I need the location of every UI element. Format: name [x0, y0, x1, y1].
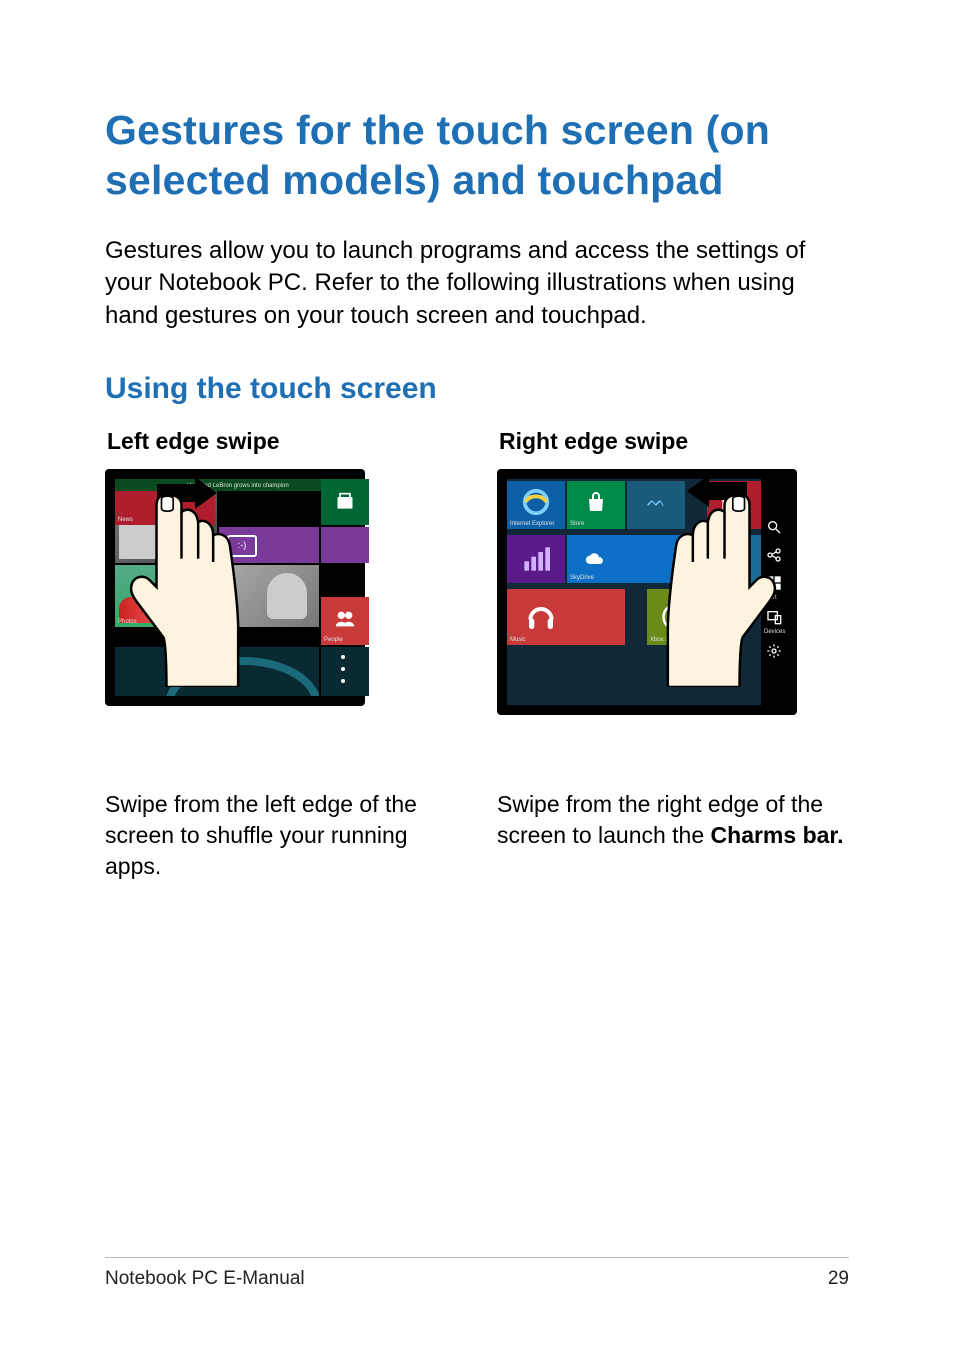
headphones-icon	[525, 601, 557, 633]
tile-chart	[507, 535, 565, 583]
store-icon	[335, 492, 355, 512]
tile-dots	[321, 647, 369, 696]
tile-people: People	[321, 597, 369, 645]
footer-page-number: 29	[828, 1268, 849, 1290]
right-swipe-figure: Internet Explorer Store ᨓ News	[497, 469, 797, 729]
tile-music-label: Music	[510, 637, 526, 643]
ie-icon	[521, 487, 551, 517]
tile-skydrive-label: SkyDrive	[570, 575, 594, 581]
right-column: Right edge swipe Internet Explorer Store	[497, 428, 849, 882]
hand-illustration	[99, 487, 269, 687]
page-title: Gestures for the touch screen (on select…	[105, 105, 849, 205]
chart-icon	[522, 545, 550, 573]
tile-music: Music	[507, 589, 625, 645]
intro-paragraph: Gestures allow you to launch programs an…	[105, 235, 849, 332]
cloud-icon	[581, 549, 609, 569]
left-column: Left edge swipe Humbled LeBron grows int…	[105, 428, 457, 882]
right-swipe-label: Right edge swipe	[499, 428, 849, 455]
tile-ie: Internet Explorer	[507, 481, 565, 529]
page-footer: Notebook PC E-Manual 29	[105, 1257, 849, 1290]
footer-doc-title: Notebook PC E-Manual	[105, 1268, 305, 1290]
gesture-columns: Left edge swipe Humbled LeBron grows int…	[105, 428, 849, 882]
tile-store-2: Store	[567, 481, 625, 529]
tile-store-label: Store	[570, 521, 584, 527]
tile-store	[321, 479, 369, 525]
right-swipe-desc: Swipe from the right edge of the screen …	[497, 789, 849, 851]
tile-people-label: People	[324, 637, 343, 643]
hand-illustration-2	[637, 487, 807, 687]
desc-bold: Charms bar.	[711, 822, 844, 848]
people-icon	[334, 608, 356, 630]
tile-ie-label: Internet Explorer	[510, 521, 554, 527]
tile-blank	[321, 527, 369, 563]
left-swipe-figure: Humbled LeBron grows into champion News	[105, 469, 367, 729]
bag-icon	[584, 491, 608, 515]
section-heading: Using the touch screen	[105, 372, 849, 406]
left-swipe-desc: Swipe from the left edge of the screen t…	[105, 789, 457, 882]
left-swipe-label: Left edge swipe	[107, 428, 457, 455]
